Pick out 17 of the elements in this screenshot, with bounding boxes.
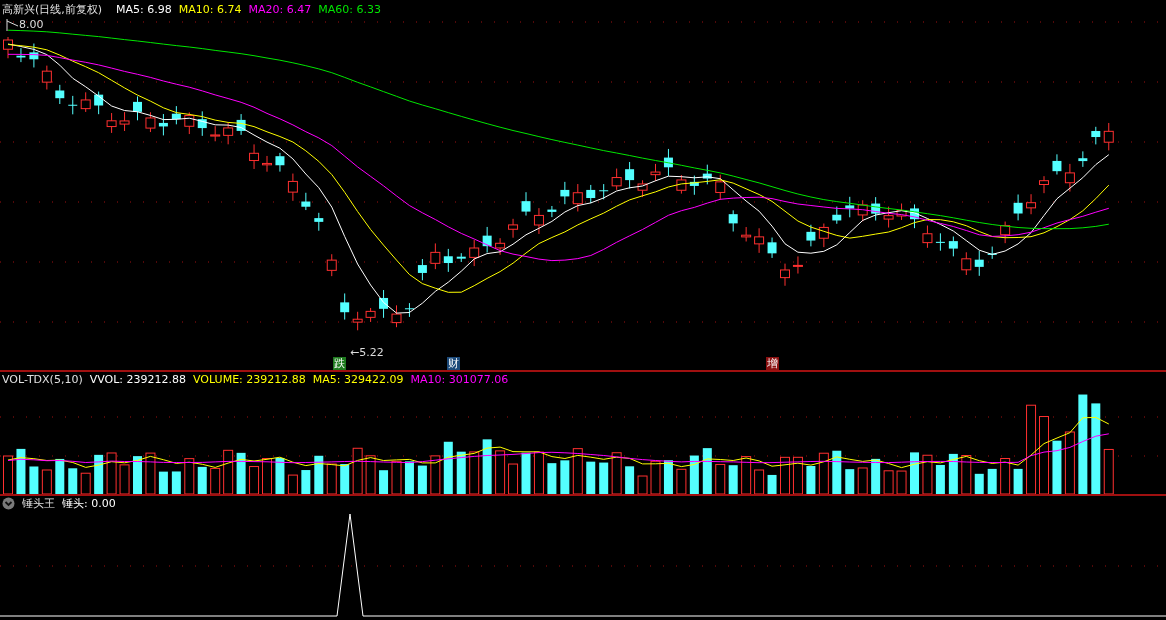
high-price-label: 8.00 [19,18,44,31]
low-price-label: ←5.22 [350,346,384,359]
panel-title: 高新兴(日线,前复权) [2,1,103,17]
indicator-value: VOLUME: 239212.88 [193,372,306,386]
indicator-value: MA20: 6.47 [248,2,312,16]
indicator-value: MA10: 6.74 [178,2,242,16]
event-marker[interactable]: 财 [447,357,460,370]
indicator-value: MA60: 6.33 [318,2,381,16]
indicator-value: MA10: 301077.06 [410,372,509,386]
event-marker[interactable]: 增 [766,357,779,370]
panel-title: 锤头王 [22,495,55,511]
indicator-value: 锤头: 0.00 [62,495,116,511]
indicator-value: VVOL: 239212.88 [89,372,187,386]
indicator-value: MA5: 6.98 [116,2,172,16]
event-marker[interactable]: 跌 [333,357,346,370]
indicator-value: MA5: 329422.09 [312,372,404,386]
panel-title: VOL-TDX(5,10) [2,372,83,386]
